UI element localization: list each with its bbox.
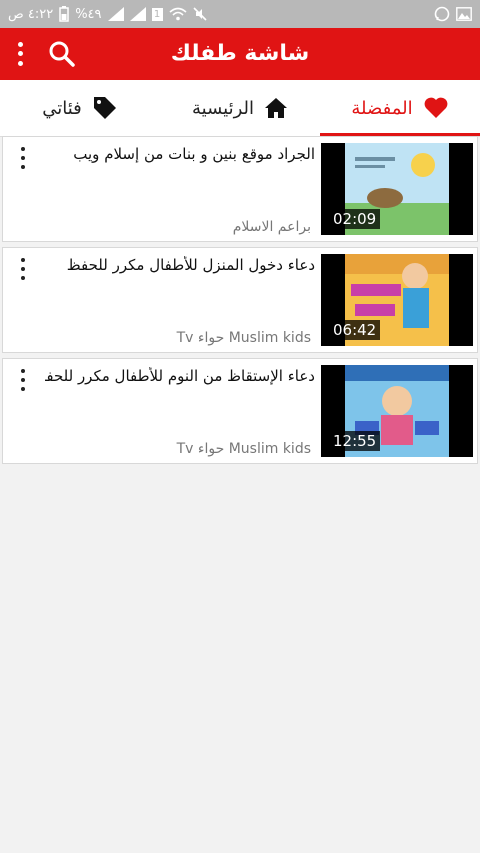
list-item[interactable]: 12:55 دعاء الإستقاظ من النوم للأطفال مكر… [2,358,478,464]
video-title[interactable]: الجراد موقع بنين و بنات من إسلام ويب [45,145,315,163]
video-thumbnail[interactable]: 02:09 [321,143,473,235]
signal-icon-2 [129,7,146,21]
video-duration: 02:09 [329,209,381,229]
tab-favorites[interactable]: المفضلة [320,80,480,136]
video-title[interactable]: دعاء دخول المنزل للأطفال مكرر للحفظ [45,256,315,274]
video-duration: 06:42 [329,320,381,340]
tab-categories-label: فئاتي [42,97,82,119]
whatsapp-icon [434,6,450,22]
status-time: ٤:٢٢ ص [8,6,54,22]
video-title[interactable]: دعاء الإستقاظ من النوم للأطفال مكرر للحف… [45,367,315,385]
video-thumbnail[interactable]: 06:42 [321,254,473,346]
app-bar: شاشة طفلك [0,28,480,80]
list-item[interactable]: 06:42 دعاء دخول المنزل للأطفال مكرر للحف… [2,247,478,353]
video-channel: براعم الاسلام [232,219,311,235]
tab-home-label: الرئيسية [192,97,254,119]
sim-icon: 1 [151,7,163,21]
status-bar: ٤:٢٢ ص %٤٩ 1 [0,0,480,28]
more-options-icon[interactable] [19,258,27,280]
video-channel: Muslim kids حواء Tv [176,330,311,346]
video-thumbnail[interactable]: 12:55 [321,365,473,457]
battery-percent: %٤٩ [75,6,102,22]
status-right [434,6,472,22]
search-icon[interactable] [48,40,76,68]
tab-home[interactable]: الرئيسية [160,80,320,136]
home-icon [264,97,288,119]
heart-icon [423,96,449,120]
tab-favorites-label: المفضلة [351,97,413,119]
status-left: ٤:٢٢ ص %٤٩ 1 [8,6,207,22]
wifi-icon [168,7,187,21]
gallery-icon [456,7,472,21]
signal-icon [107,7,124,21]
battery-icon [59,6,69,22]
video-channel: Muslim kids حواء Tv [176,441,311,457]
tab-categories[interactable]: فئاتي [0,80,160,136]
video-duration: 12:55 [329,431,381,451]
tab-bar: المفضلة الرئيسية فئاتي [0,80,480,137]
more-options-icon[interactable] [19,369,27,391]
mute-icon [192,7,207,21]
more-options-icon[interactable] [19,147,27,169]
tag-icon [92,95,118,121]
overflow-menu-icon[interactable] [12,40,28,68]
list-item[interactable]: 02:09 الجراد موقع بنين و بنات من إسلام و… [2,136,478,242]
